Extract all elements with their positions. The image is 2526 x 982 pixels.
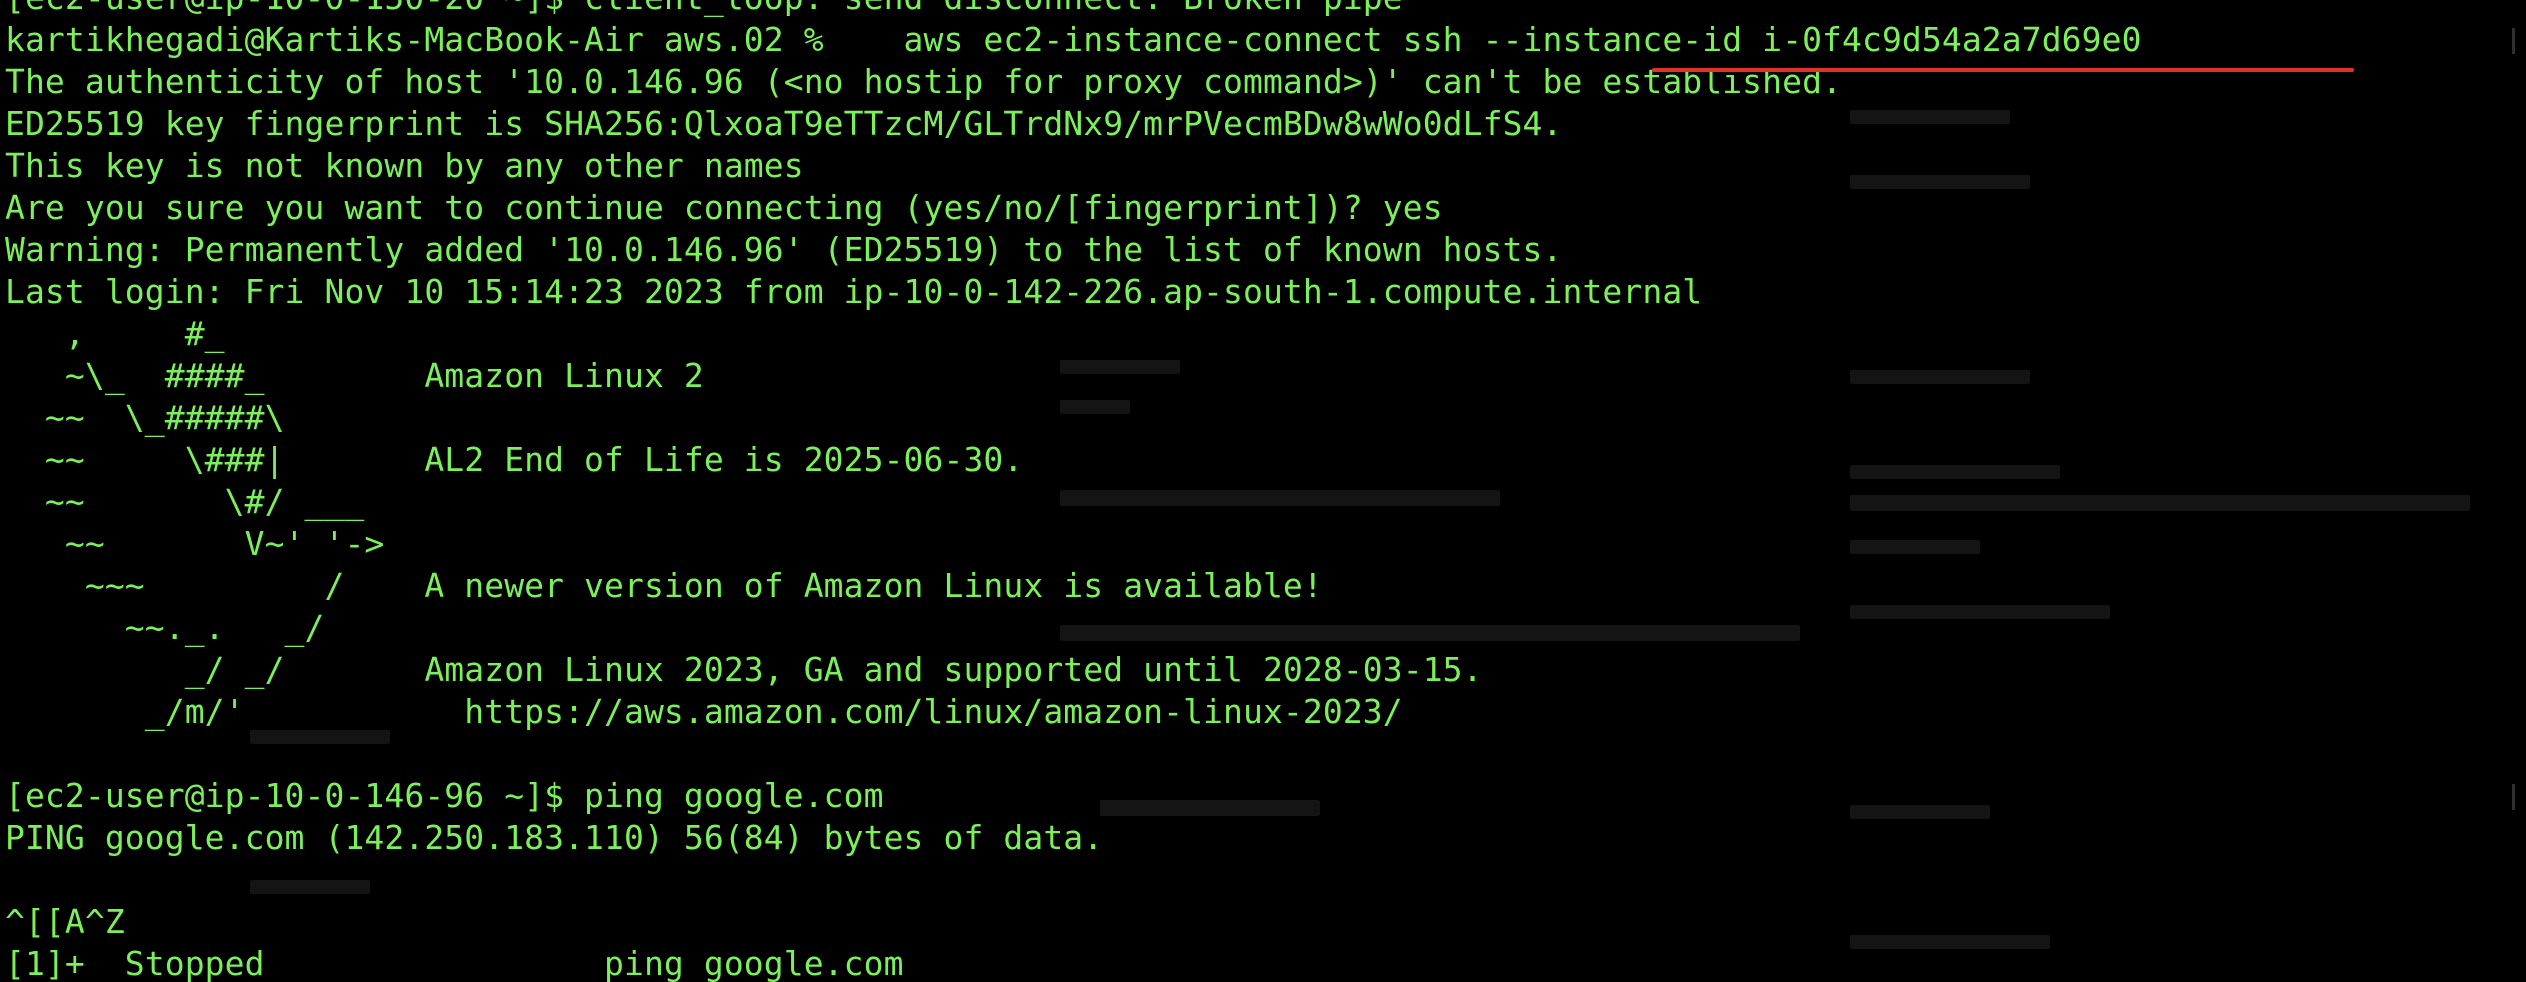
motd-ascii-art-line: ~\_ ####_ Amazon Linux 2 bbox=[5, 356, 704, 395]
motd-ascii-art-line: ~~ V~' '-> bbox=[5, 524, 385, 563]
terminal-line: Warning: Permanently added '10.0.146.96'… bbox=[5, 230, 1563, 269]
motd-ascii-art-line: ~~ \#/ ___ bbox=[5, 482, 365, 521]
motd-ascii-art-line: ~~ \_#####\ bbox=[5, 398, 285, 437]
terminal-line: PING google.com (142.250.183.110) 56(84)… bbox=[5, 818, 1104, 857]
terminal-line: ^[[A^Z bbox=[5, 902, 125, 941]
scroll-edge-marker bbox=[2512, 28, 2515, 54]
motd-ascii-art-line: ~~ \###| AL2 End of Life is 2025-06-30. bbox=[5, 440, 1024, 479]
motd-ascii-art-line: _/m/' https://aws.amazon.com/linux/amazo… bbox=[5, 692, 1403, 731]
terminal-line: [1]+ Stopped ping google.com bbox=[5, 944, 904, 982]
terminal-output: [ec2-user@ip-10-0-150-20 ~]$ client_loop… bbox=[5, 0, 2505, 982]
terminal-line: Last login: Fri Nov 10 15:14:23 2023 fro… bbox=[5, 272, 1703, 311]
terminal-command-line: kartikhegadi@Kartiks-MacBook-Air aws.02 … bbox=[5, 20, 2142, 59]
terminal-line: [ec2-user@ip-10-0-150-20 ~]$ client_loop… bbox=[5, 0, 2505, 19]
terminal-prompt-line: [ec2-user@ip-10-0-146-96 ~]$ ping google… bbox=[5, 776, 884, 815]
instance-id-highlight-underline bbox=[1652, 68, 2354, 72]
terminal-line: Are you sure you want to continue connec… bbox=[5, 188, 1443, 227]
motd-ascii-art-line: _/ _/ Amazon Linux 2023, GA and supporte… bbox=[5, 650, 1483, 689]
terminal-line: ED25519 key fingerprint is SHA256:QlxoaT… bbox=[5, 104, 1563, 143]
motd-ascii-art-line: ~~~ / A newer version of Amazon Linux is… bbox=[5, 566, 1323, 605]
terminal-window[interactable]: [ec2-user@ip-10-0-150-20 ~]$ client_loop… bbox=[0, 0, 2526, 982]
motd-ascii-art-line: , #_ bbox=[5, 314, 225, 353]
motd-ascii-art-line: ~~._. _/ bbox=[5, 608, 325, 647]
terminal-line: This key is not known by any other names bbox=[5, 146, 804, 185]
scroll-edge-marker bbox=[2512, 784, 2515, 810]
